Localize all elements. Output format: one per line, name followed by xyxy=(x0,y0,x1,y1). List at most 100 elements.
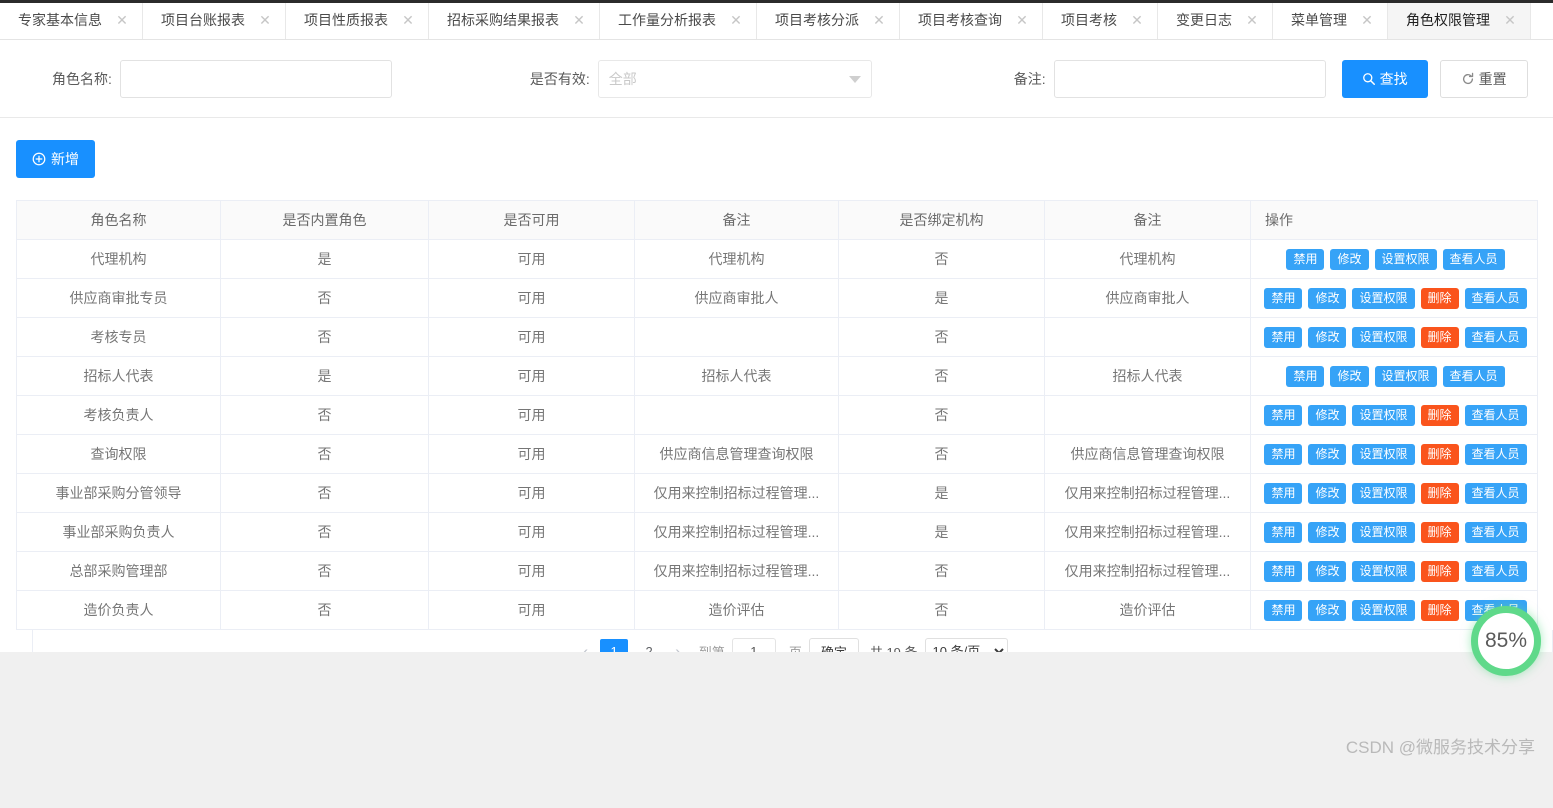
row-action-button[interactable]: 修改 xyxy=(1308,600,1346,621)
row-action-button[interactable]: 查看人员 xyxy=(1465,483,1527,504)
tab-item[interactable]: 项目考核 ✕ xyxy=(1043,0,1158,39)
row-action-button[interactable]: 设置权限 xyxy=(1352,561,1414,582)
tab-item[interactable]: 专家基本信息 ✕ xyxy=(0,0,143,39)
row-action-button[interactable]: 禁用 xyxy=(1264,600,1302,621)
row-action-button[interactable]: 修改 xyxy=(1308,405,1346,426)
row-action-button[interactable]: 查看人员 xyxy=(1443,249,1505,270)
cell-builtin: 否 xyxy=(221,318,429,357)
row-action-button[interactable]: 设置权限 xyxy=(1352,444,1414,465)
row-action-button[interactable]: 删除 xyxy=(1421,444,1459,465)
cell-name: 造价负责人 xyxy=(17,591,221,630)
row-action-button[interactable]: 设置权限 xyxy=(1352,600,1414,621)
close-icon[interactable]: ✕ xyxy=(730,13,742,27)
reset-button[interactable]: 重置 xyxy=(1440,60,1528,98)
row-action-button[interactable]: 查看人员 xyxy=(1465,405,1527,426)
row-action-button[interactable]: 修改 xyxy=(1308,561,1346,582)
row-action-button[interactable]: 禁用 xyxy=(1264,483,1302,504)
row-action-button[interactable]: 设置权限 xyxy=(1352,288,1414,309)
cell-remark1 xyxy=(635,396,839,435)
row-action-button[interactable]: 查看人员 xyxy=(1465,522,1527,543)
row-action-button[interactable]: 禁用 xyxy=(1286,366,1324,387)
close-icon[interactable]: ✕ xyxy=(873,13,885,27)
row-action-button[interactable]: 修改 xyxy=(1330,249,1368,270)
row-action-button[interactable]: 修改 xyxy=(1308,483,1346,504)
tab-item[interactable]: 工作量分析报表✕ xyxy=(600,0,757,39)
role-name-input[interactable] xyxy=(120,60,392,98)
row-action-button[interactable]: 设置权限 xyxy=(1375,249,1437,270)
row-action-button[interactable]: 删除 xyxy=(1421,483,1459,504)
row-action-button[interactable]: 禁用 xyxy=(1264,327,1302,348)
add-button[interactable]: 新增 xyxy=(16,140,95,178)
table-column-header: 角色名称 xyxy=(17,201,221,240)
cell-operations: 禁用修改设置权限删除查看人员 xyxy=(1251,435,1538,474)
cell-operations: 禁用修改设置权限删除查看人员 xyxy=(1251,552,1538,591)
cell-operations: 禁用修改设置权限删除查看人员 xyxy=(1251,474,1538,513)
tab-item[interactable]: 招标采购结果报表✕ xyxy=(429,0,600,39)
close-icon[interactable]: ✕ xyxy=(573,13,585,27)
close-icon[interactable]: ✕ xyxy=(1016,13,1028,27)
row-action-button[interactable]: 禁用 xyxy=(1286,249,1324,270)
row-action-button[interactable]: 查看人员 xyxy=(1465,288,1527,309)
chevron-down-icon xyxy=(849,76,861,83)
search-button[interactable]: 查找 xyxy=(1342,60,1428,98)
close-icon[interactable]: ✕ xyxy=(1361,13,1373,27)
tab-item[interactable]: 项目性质报表✕ xyxy=(286,0,429,39)
close-icon[interactable]: ✕ xyxy=(1504,13,1516,27)
tab-item[interactable]: 菜单管理✕ xyxy=(1273,0,1388,39)
row-action-button[interactable]: 禁用 xyxy=(1264,444,1302,465)
row-action-button[interactable]: 禁用 xyxy=(1264,561,1302,582)
row-action-button[interactable]: 查看人员 xyxy=(1443,366,1505,387)
tab-bar-filler xyxy=(1531,0,1553,39)
row-action-button[interactable]: 删除 xyxy=(1421,405,1459,426)
table-column-header: 是否绑定机构 xyxy=(839,201,1045,240)
cell-name: 招标人代表 xyxy=(17,357,221,396)
tab-item[interactable]: 变更日志✕ xyxy=(1158,0,1273,39)
tab-item[interactable]: 项目考核分派✕ xyxy=(757,0,900,39)
cell-usable: 可用 xyxy=(429,240,635,279)
row-action-button[interactable]: 禁用 xyxy=(1264,522,1302,543)
content-card: 新增 角色名称是否内置角色是否可用备注是否绑定机构备注操作 代理机构是可用代理机… xyxy=(0,118,1553,652)
row-action-button[interactable]: 删除 xyxy=(1421,522,1459,543)
row-action-button[interactable]: 修改 xyxy=(1308,288,1346,309)
tab-label: 项目台账报表 xyxy=(161,10,245,30)
table-row: 事业部采购负责人否可用仅用来控制招标过程管理...是仅用来控制招标过程管理...… xyxy=(17,513,1538,552)
row-action-button[interactable]: 设置权限 xyxy=(1352,405,1414,426)
row-action-button[interactable]: 查看人员 xyxy=(1465,561,1527,582)
row-action-button[interactable]: 禁用 xyxy=(1264,288,1302,309)
row-action-button[interactable]: 设置权限 xyxy=(1352,522,1414,543)
tab-item[interactable]: 项目考核查询✕ xyxy=(900,0,1043,39)
cell-usable: 可用 xyxy=(429,396,635,435)
close-icon[interactable]: ✕ xyxy=(1131,13,1143,27)
row-action-button[interactable]: 修改 xyxy=(1330,366,1368,387)
row-action-button[interactable]: 删除 xyxy=(1421,327,1459,348)
close-icon[interactable]: ✕ xyxy=(402,13,414,27)
row-action-button[interactable]: 修改 xyxy=(1308,327,1346,348)
close-icon[interactable]: ✕ xyxy=(116,13,128,27)
is-valid-select[interactable]: 全部 xyxy=(598,60,872,98)
close-icon[interactable]: ✕ xyxy=(1246,13,1258,27)
row-action-button[interactable]: 设置权限 xyxy=(1375,366,1437,387)
remark-input[interactable] xyxy=(1054,60,1326,98)
row-action-button[interactable]: 删除 xyxy=(1421,288,1459,309)
row-action-button[interactable]: 删除 xyxy=(1421,600,1459,621)
cell-bound: 否 xyxy=(839,240,1045,279)
tab-label: 项目考核 xyxy=(1061,10,1117,30)
search-button-label: 查找 xyxy=(1380,69,1408,89)
tab-item[interactable]: 项目台账报表 ✕ xyxy=(143,0,286,39)
table-column-header: 是否内置角色 xyxy=(221,201,429,240)
tab-label: 专家基本信息 xyxy=(18,10,102,30)
cell-bound: 否 xyxy=(839,552,1045,591)
row-action-button[interactable]: 修改 xyxy=(1308,522,1346,543)
row-action-button[interactable]: 设置权限 xyxy=(1352,327,1414,348)
close-icon[interactable]: ✕ xyxy=(259,13,271,27)
tab-item[interactable]: 角色权限管理✕ xyxy=(1388,0,1531,39)
row-action-button[interactable]: 设置权限 xyxy=(1352,483,1414,504)
table-row: 总部采购管理部否可用仅用来控制招标过程管理...否仅用来控制招标过程管理...禁… xyxy=(17,552,1538,591)
table-row: 考核专员否可用否禁用修改设置权限删除查看人员 xyxy=(17,318,1538,357)
row-action-button[interactable]: 禁用 xyxy=(1264,405,1302,426)
row-action-button[interactable]: 查看人员 xyxy=(1465,327,1527,348)
row-action-button[interactable]: 查看人员 xyxy=(1465,444,1527,465)
row-action-button[interactable]: 修改 xyxy=(1308,444,1346,465)
cell-builtin: 是 xyxy=(221,357,429,396)
row-action-button[interactable]: 删除 xyxy=(1421,561,1459,582)
